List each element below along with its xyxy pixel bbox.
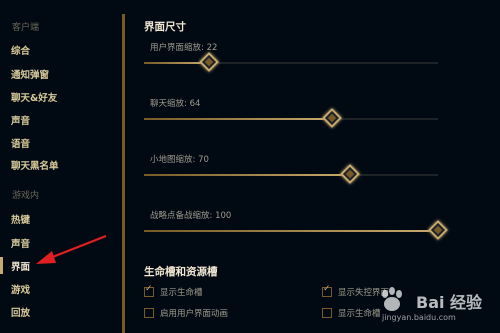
sidebar-header-client: 客户端: [12, 23, 40, 33]
show-health-bars-checkbox-2[interactable]: [322, 308, 332, 318]
show-health-bars-label-2: 显示生命槽: [338, 309, 381, 319]
enable-ui-animations-checkbox[interactable]: [144, 308, 154, 318]
minimap-scale-slider-thumb[interactable]: [339, 164, 360, 184]
objective-scale-slider-fill: [144, 230, 438, 232]
minimap-scale-label: 小地图缩放: 70: [150, 155, 209, 165]
sidebar-item-general[interactable]: 综合: [11, 43, 30, 57]
show-health-bars-label: 显示生命槽: [160, 288, 203, 298]
objective-scale-slider[interactable]: [144, 220, 448, 240]
baidu-jingyan-watermark: Bai 经验 jingyan.baidu.com: [376, 286, 496, 326]
sidebar-divider: [122, 14, 125, 333]
sidebar-item-game[interactable]: 游戏: [11, 282, 30, 296]
sidebar-item-chat-friends[interactable]: 聊天&好友: [11, 90, 57, 104]
show-health-bars-option-2[interactable]: 显示生命槽: [322, 307, 381, 319]
watermark-brand: Bai 经验: [416, 293, 483, 312]
sidebar-item-voice[interactable]: 语音: [11, 136, 30, 150]
sidebar-item-hotkeys[interactable]: 热键: [11, 212, 30, 226]
minimap-scale-slider-fill: [144, 174, 350, 176]
watermark-url: jingyan.baidu.com: [382, 313, 456, 322]
sidebar-item-chat-blocklist[interactable]: 聊天黑名单: [11, 158, 59, 172]
interface-size-title: 界面尺寸: [144, 21, 186, 33]
ui-scale-slider-thumb[interactable]: [198, 52, 219, 72]
sidebar-item-ingame-sound[interactable]: 声音: [11, 236, 30, 250]
sidebar-item-client-sound[interactable]: 声音: [11, 113, 30, 127]
minimap-scale-slider[interactable]: [144, 164, 438, 184]
sidebar-item-replay[interactable]: 回放: [11, 305, 30, 319]
settings-main-panel: 界面尺寸 用户界面缩放: 22 聊天缩放: 64 小地图缩放: 70 战略点备战…: [126, 0, 500, 333]
settings-sidebar: 客户端 综合 通知弹窗 聊天&好友 声音 语音 聊天黑名单 游戏内 热键 声音 …: [0, 0, 118, 333]
chat-scale-slider[interactable]: [144, 108, 438, 128]
chat-scale-label: 聊天缩放: 64: [150, 99, 201, 109]
sidebar-item-interface[interactable]: 界面: [11, 259, 30, 273]
objective-scale-slider-thumb[interactable]: [428, 220, 448, 240]
active-item-indicator: [0, 257, 3, 274]
show-health-bars-option[interactable]: 显示生命槽: [144, 284, 203, 298]
ui-scale-label: 用户界面缩放: 22: [150, 43, 218, 53]
enable-ui-animations-label: 启用用户界面动画: [160, 309, 229, 319]
show-loss-of-control-checkbox[interactable]: [322, 284, 332, 297]
sidebar-item-notifications[interactable]: 通知弹窗: [11, 67, 49, 81]
objective-scale-label: 战略点备战缩放: 100: [150, 211, 232, 221]
health-bars-title: 生命槽和资源槽: [144, 266, 218, 278]
sidebar-header-ingame: 游戏内: [12, 191, 40, 201]
show-health-bars-checkbox[interactable]: [144, 284, 154, 297]
ui-scale-slider[interactable]: [144, 52, 438, 72]
enable-ui-animations-option[interactable]: 启用用户界面动画: [144, 307, 228, 319]
paw-logo-icon: [382, 287, 402, 311]
chat-scale-slider-fill: [144, 118, 333, 120]
chat-scale-slider-thumb[interactable]: [322, 108, 343, 128]
